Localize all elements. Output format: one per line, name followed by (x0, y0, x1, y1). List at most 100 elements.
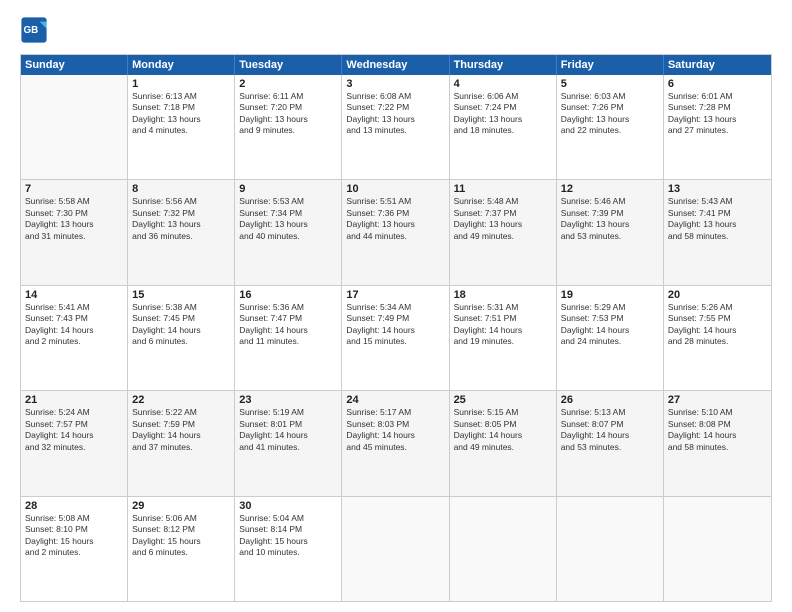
cell-line: Sunset: 8:10 PM (25, 524, 123, 535)
day-number: 28 (25, 500, 123, 512)
cell-line: Sunrise: 5:06 AM (132, 513, 230, 524)
cell-line: and 2 minutes. (25, 547, 123, 558)
cell-line: and 9 minutes. (239, 125, 337, 136)
cell-line: Sunset: 8:12 PM (132, 524, 230, 535)
day-cell-23: 23Sunrise: 5:19 AMSunset: 8:01 PMDayligh… (235, 391, 342, 495)
cell-line: Sunset: 7:45 PM (132, 313, 230, 324)
cell-line: Sunset: 7:49 PM (346, 313, 444, 324)
cell-line: and 49 minutes. (454, 442, 552, 453)
day-cell-22: 22Sunrise: 5:22 AMSunset: 7:59 PMDayligh… (128, 391, 235, 495)
cell-line: Sunset: 7:22 PM (346, 102, 444, 113)
cell-line: Daylight: 14 hours (454, 325, 552, 336)
cell-line: Sunset: 7:24 PM (454, 102, 552, 113)
day-number: 15 (132, 289, 230, 301)
day-number: 17 (346, 289, 444, 301)
day-cell-27: 27Sunrise: 5:10 AMSunset: 8:08 PMDayligh… (664, 391, 771, 495)
day-number: 3 (346, 78, 444, 90)
cell-line: Sunset: 8:01 PM (239, 419, 337, 430)
cell-line: Sunset: 7:37 PM (454, 208, 552, 219)
day-cell-13: 13Sunrise: 5:43 AMSunset: 7:41 PMDayligh… (664, 180, 771, 284)
empty-cell-0-0 (21, 75, 128, 179)
cell-line: Sunrise: 5:38 AM (132, 302, 230, 313)
cell-line: Daylight: 14 hours (239, 325, 337, 336)
cell-line: Sunrise: 5:08 AM (25, 513, 123, 524)
cell-line: and 2 minutes. (25, 336, 123, 347)
cell-line: and 28 minutes. (668, 336, 767, 347)
cell-line: Daylight: 15 hours (132, 536, 230, 547)
day-number: 26 (561, 394, 659, 406)
day-cell-25: 25Sunrise: 5:15 AMSunset: 8:05 PMDayligh… (450, 391, 557, 495)
cell-line: and 24 minutes. (561, 336, 659, 347)
cell-line: Sunset: 7:39 PM (561, 208, 659, 219)
cell-line: Sunrise: 5:13 AM (561, 407, 659, 418)
day-number: 9 (239, 183, 337, 195)
cell-line: Daylight: 13 hours (561, 219, 659, 230)
cell-line: Sunset: 8:03 PM (346, 419, 444, 430)
calendar-header: SundayMondayTuesdayWednesdayThursdayFrid… (21, 55, 771, 75)
cell-line: Sunrise: 5:17 AM (346, 407, 444, 418)
cell-line: Sunrise: 5:41 AM (25, 302, 123, 313)
cell-line: Daylight: 14 hours (668, 430, 767, 441)
cell-line: Sunset: 8:05 PM (454, 419, 552, 430)
cell-line: Daylight: 14 hours (346, 325, 444, 336)
day-cell-8: 8Sunrise: 5:56 AMSunset: 7:32 PMDaylight… (128, 180, 235, 284)
cell-line: Sunrise: 5:04 AM (239, 513, 337, 524)
cell-line: and 49 minutes. (454, 231, 552, 242)
cell-line: and 37 minutes. (132, 442, 230, 453)
cell-line: and 15 minutes. (346, 336, 444, 347)
day-cell-14: 14Sunrise: 5:41 AMSunset: 7:43 PMDayligh… (21, 286, 128, 390)
cell-line: and 58 minutes. (668, 231, 767, 242)
day-number: 25 (454, 394, 552, 406)
weekday-header-tuesday: Tuesday (235, 55, 342, 75)
cell-line: and 32 minutes. (25, 442, 123, 453)
cell-line: Sunrise: 6:11 AM (239, 91, 337, 102)
cell-line: Daylight: 14 hours (346, 430, 444, 441)
day-cell-10: 10Sunrise: 5:51 AMSunset: 7:36 PMDayligh… (342, 180, 449, 284)
cell-line: and 4 minutes. (132, 125, 230, 136)
cell-line: Daylight: 14 hours (25, 430, 123, 441)
day-number: 14 (25, 289, 123, 301)
cell-line: Daylight: 14 hours (25, 325, 123, 336)
header: GB (20, 16, 772, 44)
cell-line: and 27 minutes. (668, 125, 767, 136)
cell-line: Sunset: 7:59 PM (132, 419, 230, 430)
day-number: 22 (132, 394, 230, 406)
calendar-row-2: 14Sunrise: 5:41 AMSunset: 7:43 PMDayligh… (21, 286, 771, 391)
day-number: 5 (561, 78, 659, 90)
cell-line: Daylight: 13 hours (346, 219, 444, 230)
cell-line: Sunset: 7:47 PM (239, 313, 337, 324)
cell-line: Sunset: 7:36 PM (346, 208, 444, 219)
day-cell-5: 5Sunrise: 6:03 AMSunset: 7:26 PMDaylight… (557, 75, 664, 179)
cell-line: Sunset: 7:51 PM (454, 313, 552, 324)
cell-line: Daylight: 13 hours (132, 114, 230, 125)
day-cell-15: 15Sunrise: 5:38 AMSunset: 7:45 PMDayligh… (128, 286, 235, 390)
cell-line: Sunrise: 5:31 AM (454, 302, 552, 313)
cell-line: Sunset: 7:28 PM (668, 102, 767, 113)
cell-line: Daylight: 13 hours (132, 219, 230, 230)
day-number: 7 (25, 183, 123, 195)
cell-line: Sunset: 7:20 PM (239, 102, 337, 113)
cell-line: and 36 minutes. (132, 231, 230, 242)
day-cell-20: 20Sunrise: 5:26 AMSunset: 7:55 PMDayligh… (664, 286, 771, 390)
cell-line: Sunset: 8:07 PM (561, 419, 659, 430)
cell-line: and 13 minutes. (346, 125, 444, 136)
weekday-header-monday: Monday (128, 55, 235, 75)
cell-line: Sunrise: 6:03 AM (561, 91, 659, 102)
day-cell-29: 29Sunrise: 5:06 AMSunset: 8:12 PMDayligh… (128, 497, 235, 601)
cell-line: Sunrise: 5:29 AM (561, 302, 659, 313)
cell-line: Daylight: 13 hours (454, 114, 552, 125)
cell-line: and 10 minutes. (239, 547, 337, 558)
cell-line: and 40 minutes. (239, 231, 337, 242)
weekday-header-saturday: Saturday (664, 55, 771, 75)
cell-line: and 53 minutes. (561, 231, 659, 242)
cell-line: Daylight: 15 hours (25, 536, 123, 547)
cell-line: Sunset: 7:55 PM (668, 313, 767, 324)
day-number: 16 (239, 289, 337, 301)
cell-line: and 6 minutes. (132, 336, 230, 347)
cell-line: Daylight: 13 hours (239, 219, 337, 230)
cell-line: Sunset: 8:14 PM (239, 524, 337, 535)
weekday-header-wednesday: Wednesday (342, 55, 449, 75)
cell-line: Sunrise: 5:24 AM (25, 407, 123, 418)
day-cell-21: 21Sunrise: 5:24 AMSunset: 7:57 PMDayligh… (21, 391, 128, 495)
cell-line: Sunrise: 5:53 AM (239, 196, 337, 207)
